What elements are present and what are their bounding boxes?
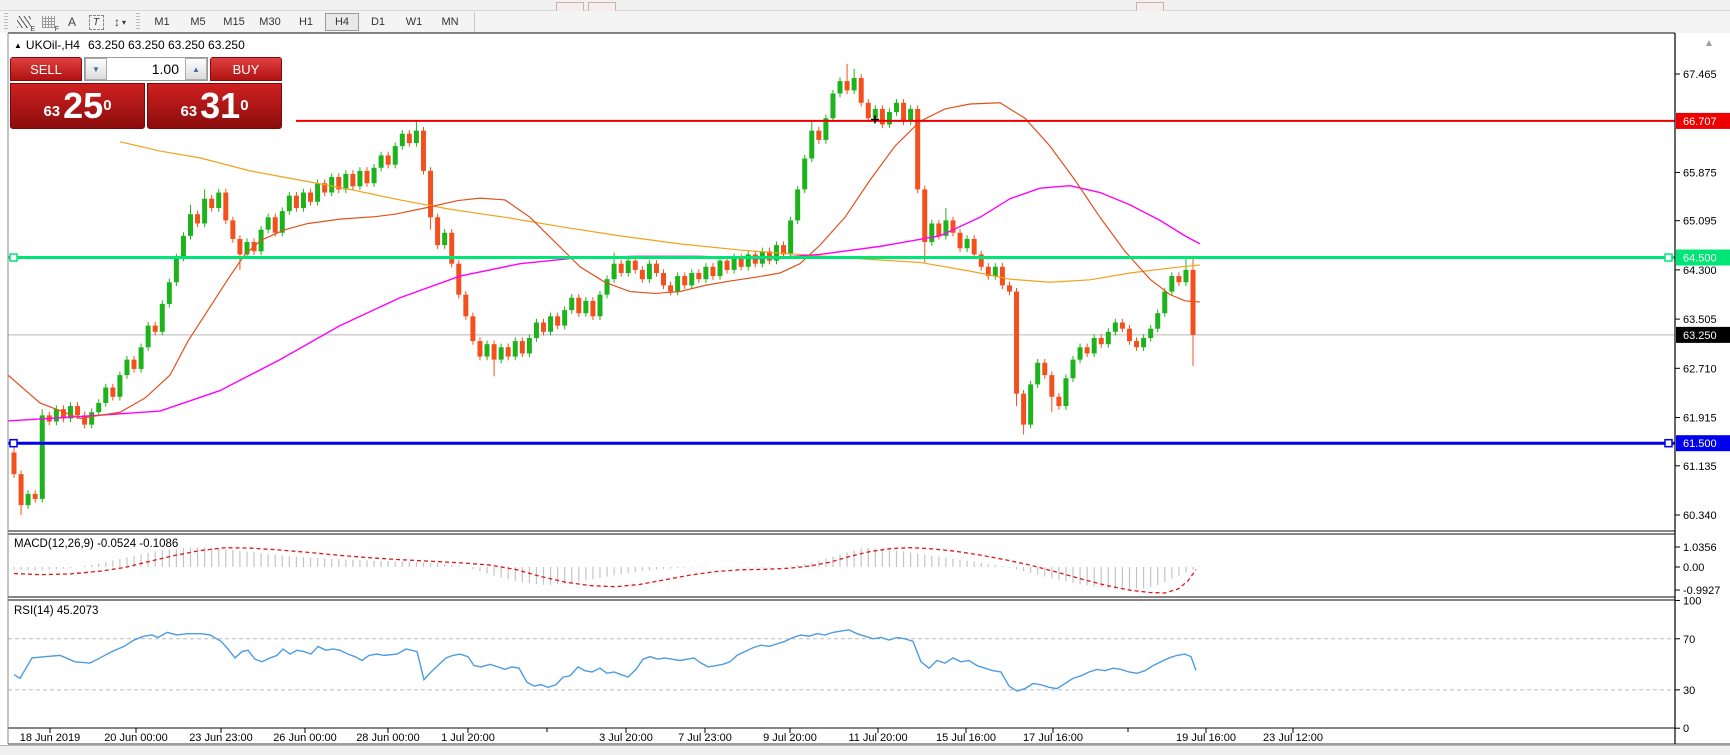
svg-text:67.465: 67.465 (1683, 69, 1717, 81)
svg-text:18 Jun 2019: 18 Jun 2019 (20, 732, 81, 744)
svg-text:30: 30 (1683, 685, 1695, 697)
volume-stepper: ▼ ▲ (84, 57, 208, 81)
svg-text:15 Jul 16:00: 15 Jul 16:00 (936, 732, 996, 744)
svg-text:61.135: 61.135 (1683, 461, 1717, 473)
buy-price-prefix: 63 (180, 103, 197, 120)
svg-text:11 Jul 20:00: 11 Jul 20:00 (848, 732, 907, 744)
buy-quote[interactable]: 63 31 0 (147, 83, 282, 129)
svg-text:65.095: 65.095 (1683, 216, 1717, 228)
symbol-timeframe-label: UKOil-,H4 (26, 38, 80, 52)
svg-text:1 Jul 20:00: 1 Jul 20:00 (441, 732, 495, 744)
svg-text:RSI(14) 45.2073: RSI(14) 45.2073 (14, 605, 98, 617)
svg-text:9 Jul 20:00: 9 Jul 20:00 (763, 732, 817, 744)
ohlc-values: 63.250 63.250 63.250 63.250 (88, 38, 245, 52)
buy-price-main: 31 (200, 88, 240, 124)
sell-button[interactable]: SELL (10, 57, 82, 81)
svg-text:MACD(12,26,9) -0.0524 -0.1086: MACD(12,26,9) -0.0524 -0.1086 (14, 538, 178, 550)
volume-input[interactable] (107, 58, 185, 80)
svg-text:64.500: 64.500 (1683, 253, 1717, 265)
svg-text:70: 70 (1683, 634, 1695, 646)
svg-text:3 Jul 20:00: 3 Jul 20:00 (599, 732, 653, 744)
svg-text:63.250: 63.250 (1683, 330, 1717, 342)
chart-title-bar: ▲ UKOil-,H4 63.250 63.250 63.250 63.250 (14, 38, 245, 52)
sell-price-main: 25 (63, 88, 103, 124)
svg-text:7 Jul 23:00: 7 Jul 23:00 (678, 732, 732, 744)
svg-text:23 Jul 12:00: 23 Jul 12:00 (1263, 732, 1323, 744)
svg-text:0: 0 (1683, 723, 1689, 735)
volume-increase-button[interactable]: ▲ (185, 58, 207, 80)
svg-text:100: 100 (1683, 595, 1701, 607)
svg-text:64.300: 64.300 (1683, 265, 1717, 277)
buy-price-sup: 0 (240, 97, 248, 114)
collapse-triangle-icon[interactable]: ▲ (14, 41, 22, 50)
svg-text:0.00: 0.00 (1683, 562, 1704, 574)
volume-decrease-button[interactable]: ▼ (85, 58, 107, 80)
buy-button[interactable]: BUY (210, 57, 282, 81)
svg-text:19 Jul 16:00: 19 Jul 16:00 (1176, 732, 1236, 744)
svg-text:61.915: 61.915 (1683, 413, 1717, 425)
svg-text:66.707: 66.707 (1683, 116, 1717, 128)
sell-price-prefix: 63 (43, 103, 60, 120)
svg-text:63.505: 63.505 (1683, 314, 1717, 326)
svg-text:20 Jun 00:00: 20 Jun 00:00 (104, 732, 168, 744)
one-click-trading-panel: SELL ▼ ▲ BUY 63 25 0 63 31 0 (10, 57, 282, 129)
svg-text:60.340: 60.340 (1683, 510, 1717, 522)
chart-shift-icon[interactable]: ▲ (1704, 38, 1714, 49)
svg-text:65.875: 65.875 (1683, 167, 1717, 179)
svg-text:1.0356: 1.0356 (1683, 542, 1717, 554)
svg-text:23 Jun 23:00: 23 Jun 23:00 (189, 732, 253, 744)
sell-price-sup: 0 (103, 97, 111, 114)
svg-text:62.710: 62.710 (1683, 363, 1717, 375)
svg-text:17 Jul 16:00: 17 Jul 16:00 (1023, 732, 1083, 744)
svg-text:28 Jun 00:00: 28 Jun 00:00 (356, 732, 420, 744)
svg-text:26 Jun 00:00: 26 Jun 00:00 (273, 732, 337, 744)
svg-text:61.500: 61.500 (1683, 438, 1717, 450)
sell-quote[interactable]: 63 25 0 (10, 83, 145, 129)
